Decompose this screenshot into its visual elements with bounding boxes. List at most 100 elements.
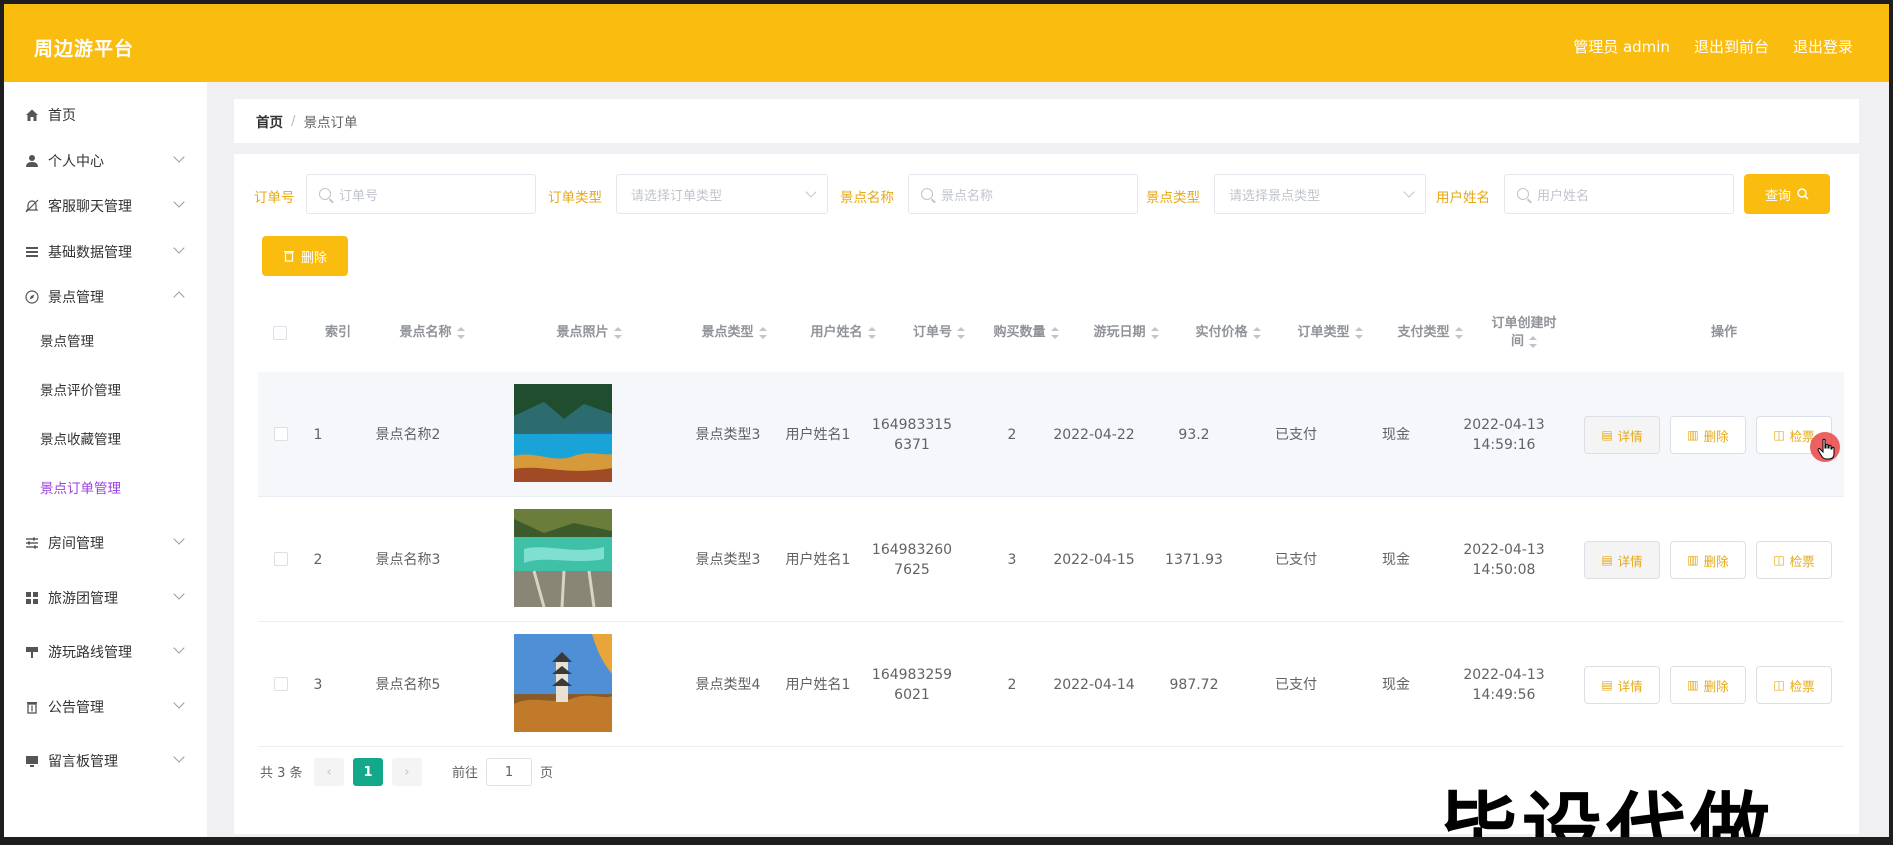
sidebar-subitem-spot-favorite[interactable]: 景点收藏管理	[40, 418, 121, 458]
cell-order-no: 164983259 6021	[871, 666, 953, 703]
sidebar-item-tour-groups[interactable]: 旅游团管理	[4, 578, 207, 618]
exit-frontend-link[interactable]: 退出到前台	[1694, 36, 1769, 57]
ticket-check-button[interactable]: ◫ 检票	[1756, 541, 1832, 579]
row-checkbox[interactable]	[274, 677, 288, 691]
cell-spot-name: 景点名称2	[375, 426, 441, 443]
sidebar-item-label: 旅游团管理	[48, 591, 118, 607]
row-checkbox[interactable]	[274, 552, 288, 566]
sidebar: 首页 个人中心 客服聊天管理 基础数据管理 景点管理 景点管理 景点评价管理 景…	[4, 82, 207, 837]
sidebar-item-spots[interactable]: 景点管理	[4, 277, 207, 317]
sidebar-item-label: 客服聊天管理	[48, 199, 132, 215]
spot-type-select[interactable]: 请选择景点类型	[1214, 174, 1426, 214]
detail-button[interactable]: ▤ 详情	[1584, 541, 1660, 579]
query-button[interactable]: 查询	[1744, 174, 1830, 214]
pagination-total: 共 3 条	[260, 766, 303, 781]
sidebar-item-label: 景点管理	[48, 290, 104, 306]
spot-photo	[514, 509, 612, 607]
sidebar-item-label: 首页	[48, 108, 76, 124]
trash-icon	[24, 699, 40, 715]
app-window: 周边游平台 管理员 admin 退出到前台 退出登录 首页 个人中心 客服聊天管…	[4, 4, 1889, 837]
order-no-label: 订单号	[254, 190, 295, 206]
sidebar-item-personal[interactable]: 个人中心	[4, 141, 207, 181]
cell-spot-name: 景点名称3	[375, 551, 441, 568]
home-icon	[24, 107, 40, 123]
cell-index: 1	[313, 426, 323, 443]
goto-label: 前往	[452, 766, 479, 781]
ticket-check-button[interactable]: ◫ 检票	[1756, 666, 1832, 704]
table-row: 3 景点名称5 景点类型4 用户姓名1 164983259 6021 2 202…	[258, 622, 1844, 747]
cell-spot-name: 景点名称5	[375, 676, 441, 693]
prev-page-button[interactable]: ‹	[314, 758, 344, 786]
document-icon: ▤	[1601, 428, 1613, 442]
sidebar-item-chat[interactable]: 客服聊天管理	[4, 186, 207, 226]
chevron-down-icon	[1403, 186, 1415, 198]
chevron-down-icon	[173, 242, 185, 254]
user-name-label: 用户姓名	[1436, 190, 1490, 206]
chevron-down-icon	[173, 751, 185, 763]
book-icon: ◫	[1773, 428, 1785, 442]
page-suffix: 页	[540, 766, 554, 781]
chevron-down-icon	[173, 196, 185, 208]
trash-icon	[283, 251, 294, 262]
chevron-down-icon	[805, 186, 817, 198]
detail-button[interactable]: ▤ 详情	[1584, 416, 1660, 454]
sidebar-item-rooms[interactable]: 房间管理	[4, 523, 207, 563]
sidebar-item-label: 留言板管理	[48, 754, 118, 770]
spot-photo	[514, 634, 612, 732]
spot-name-label: 景点名称	[840, 190, 894, 206]
sort-icon	[613, 327, 622, 339]
document-icon: ▤	[1601, 553, 1613, 567]
header-actions: 管理员 admin 退出到前台 退出登录	[1573, 36, 1853, 57]
bulk-delete-button[interactable]: 删除	[262, 236, 348, 276]
delete-button[interactable]: ▥ 删除	[1670, 416, 1746, 454]
order-type-label: 订单类型	[548, 190, 602, 206]
sidebar-item-label: 游玩路线管理	[48, 645, 132, 661]
cell-index: 2	[313, 551, 323, 568]
search-icon	[921, 188, 933, 200]
user-icon	[24, 153, 40, 169]
table-row: 2 景点名称3 景点类型3 用户姓名1 164983260 7625 3 202…	[258, 497, 1844, 622]
main-panel: 订单号 订单号 订单类型 请选择订单类型 景点名称 景点名称 景点类型 请选择景…	[234, 154, 1859, 834]
grid-icon	[24, 590, 40, 606]
list-icon	[24, 244, 40, 260]
col-spot-photo[interactable]: 景点照片	[504, 320, 674, 346]
order-no-input[interactable]: 订单号	[306, 174, 536, 214]
page-number-button[interactable]: 1	[353, 758, 383, 786]
sidebar-item-routes[interactable]: 游玩路线管理	[4, 632, 207, 672]
row-checkbox[interactable]	[274, 427, 288, 441]
next-page-button[interactable]: ›	[392, 758, 422, 786]
cell-created-time: 2022-04-13 14:50:08	[1463, 541, 1545, 578]
order-type-select[interactable]: 请选择订单类型	[616, 174, 828, 214]
admin-label[interactable]: 管理员 admin	[1573, 36, 1670, 57]
detail-button[interactable]: ▤ 详情	[1584, 666, 1660, 704]
sidebar-item-label: 基础数据管理	[48, 245, 132, 261]
sidebar-subitem-spot-review[interactable]: 景点评价管理	[40, 369, 121, 409]
search-icon	[1517, 188, 1529, 200]
app-brand: 周边游平台	[34, 38, 135, 60]
sidebar-subitem-spot-order[interactable]: 景点订单管理	[40, 467, 121, 507]
sidebar-subitem-spot-manage[interactable]: 景点管理	[40, 320, 94, 360]
sidebar-item-messages[interactable]: 留言板管理	[4, 741, 207, 781]
user-name-input[interactable]: 用户姓名	[1504, 174, 1734, 214]
top-header: 周边游平台 管理员 admin 退出到前台 退出登录	[4, 4, 1889, 82]
col-spot-name[interactable]: 景点名称	[362, 320, 502, 346]
breadcrumb: 首页 / 景点订单	[234, 99, 1859, 143]
goto-page-input[interactable]: 1	[486, 758, 532, 786]
sidebar-item-home[interactable]: 首页	[4, 95, 207, 135]
chevron-down-icon	[173, 697, 185, 709]
col-created-time[interactable]: 订单创建时 间	[1454, 308, 1594, 358]
logout-link[interactable]: 退出登录	[1793, 36, 1853, 57]
sidebar-item-notices[interactable]: 公告管理	[4, 687, 207, 727]
sliders-icon	[24, 535, 40, 551]
compass-icon	[24, 289, 40, 305]
select-all-checkbox[interactable]	[273, 326, 287, 340]
chevron-up-icon	[173, 291, 185, 303]
sidebar-item-basedata[interactable]: 基础数据管理	[4, 232, 207, 272]
delete-button[interactable]: ▥ 删除	[1670, 666, 1746, 704]
spot-type-label: 景点类型	[1146, 190, 1200, 206]
spot-photo	[514, 384, 612, 482]
breadcrumb-home[interactable]: 首页	[256, 111, 283, 131]
trash-icon: ▥	[1687, 678, 1699, 692]
spot-name-input[interactable]: 景点名称	[908, 174, 1138, 214]
delete-button[interactable]: ▥ 删除	[1670, 541, 1746, 579]
